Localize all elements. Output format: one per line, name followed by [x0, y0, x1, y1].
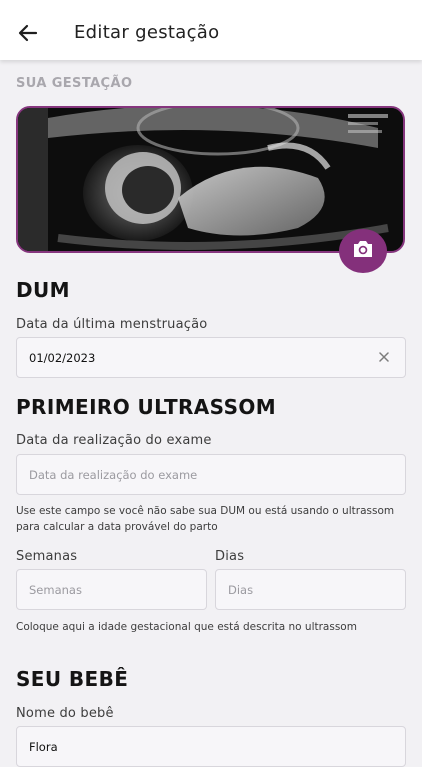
days-placeholder: Dias: [228, 582, 254, 597]
gestational-age-hint: Coloque aqui a idade gestacional que est…: [16, 621, 357, 633]
dum-date-value: 01/02/2023: [29, 350, 96, 365]
app-bar: Editar gestação: [0, 0, 422, 60]
dum-label: Data da última menstruação: [16, 317, 208, 332]
baby-name-field[interactable]: Flora: [16, 726, 406, 767]
ultrasound-photo: [16, 106, 405, 253]
exam-date-label: Data da realização do exame: [16, 433, 212, 448]
exam-date-field[interactable]: Data da realização do exame: [16, 454, 406, 495]
exam-date-placeholder: Data da realização do exame: [29, 467, 198, 482]
change-photo-button[interactable]: [339, 229, 387, 273]
days-label: Dias: [215, 549, 245, 564]
arrow-left-icon[interactable]: [14, 19, 42, 47]
pregnancy-section-caption: SUA GESTAÇÃO: [16, 76, 133, 91]
camera-icon: [352, 239, 374, 263]
baby-name-label: Nome do bebê: [16, 706, 114, 721]
weeks-label: Semanas: [16, 549, 78, 564]
close-icon[interactable]: [377, 350, 391, 364]
dum-date-field[interactable]: 01/02/2023: [16, 337, 406, 378]
weeks-field[interactable]: Semanas: [16, 569, 207, 610]
baby-heading: SEU BEBÊ: [16, 667, 129, 691]
page-title: Editar gestação: [74, 22, 220, 43]
ultrasound-heading: PRIMEIRO ULTRASSOM: [16, 395, 277, 419]
days-field[interactable]: Dias: [215, 569, 406, 610]
baby-name-value: Flora: [29, 739, 58, 754]
exam-date-hint: Use este campo se você não sabe sua DUM …: [16, 505, 395, 533]
dum-heading: DUM: [16, 278, 70, 302]
weeks-placeholder: Semanas: [29, 582, 82, 597]
